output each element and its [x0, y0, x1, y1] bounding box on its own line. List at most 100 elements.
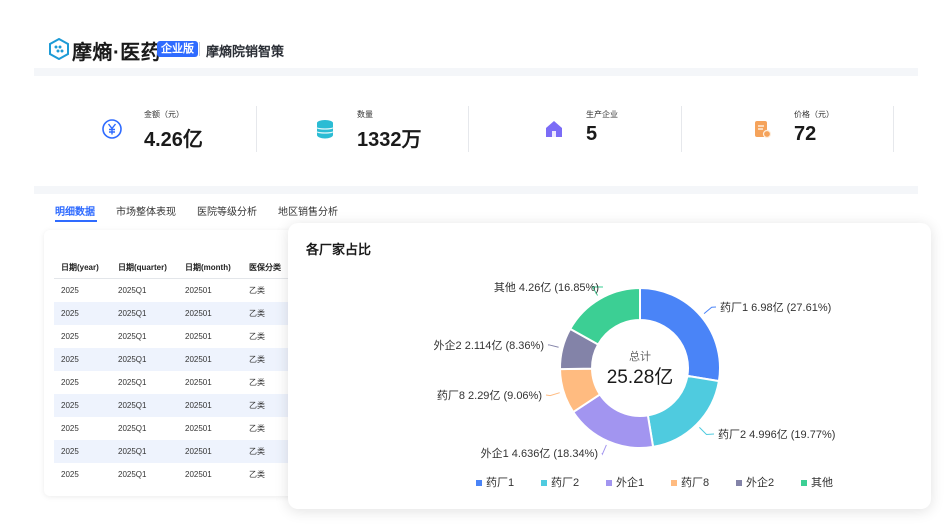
- kpi-quantity-icon-circle: [302, 106, 348, 152]
- table-cell: 2025Q1: [118, 378, 147, 387]
- brand-logo-icon: [49, 38, 69, 60]
- slice-label: 药厂1 6.98亿 (27.61%): [720, 301, 831, 314]
- table-cell: 2025Q1: [118, 348, 185, 371]
- table-cell: 2025Q1: [118, 440, 185, 463]
- tab-detail-data[interactable]: 明细数据: [55, 203, 95, 218]
- legend-swatch: [541, 480, 547, 486]
- donut-chart: 药厂1 6.98亿 (27.61%) 药厂2 4.996亿 (19.77%) 外企1…: [434, 281, 836, 489]
- tab-market-overview[interactable]: 市场整体表现: [116, 203, 176, 218]
- legend-label: 外企2: [746, 475, 774, 489]
- table-row[interactable]: 2025 2025Q1 202501 乙类: [54, 348, 309, 371]
- active-tab-indicator: [55, 220, 97, 222]
- price-tag-icon: [755, 121, 772, 139]
- kpi-price-value: 72: [794, 123, 817, 145]
- kpi-quantity-value: 1332万: [357, 129, 422, 151]
- legend-item[interactable]: 外企1: [606, 475, 644, 489]
- table-row[interactable]: 2025 2025Q1 202501 乙类: [54, 302, 309, 325]
- kpi-price-icon-circle: [739, 106, 785, 152]
- table-row[interactable]: 2025 2025Q1 202501 乙类: [54, 371, 309, 394]
- section-band: [34, 186, 918, 194]
- table-row[interactable]: 2025 2025Q1 202501 乙类: [54, 279, 309, 303]
- legend-item[interactable]: 药厂2: [541, 476, 579, 489]
- table-cell: 2025: [54, 302, 118, 325]
- column-header-month[interactable]: 日期(month): [185, 256, 249, 279]
- column-header-year[interactable]: 日期(year): [54, 256, 118, 279]
- table-cell: 2025: [61, 378, 79, 387]
- slice-label: 外企2 2.114亿 (8.36%): [434, 338, 544, 352]
- slice-leader-line: [601, 444, 607, 456]
- slice-leader-line: [703, 306, 717, 315]
- tab-hospital-level[interactable]: 医院等级分析: [197, 203, 257, 218]
- column-header-quarter[interactable]: 日期(quarter): [118, 256, 185, 279]
- table-row[interactable]: 2025 2025Q1 202501 乙类: [54, 417, 309, 440]
- table-row[interactable]: 2025 2025Q1 202501 乙类: [54, 463, 309, 486]
- legend-item[interactable]: 药厂8: [671, 476, 709, 489]
- legend-label: 药厂2: [551, 476, 579, 489]
- table-cell: 2025: [61, 332, 79, 341]
- slice-leader-line: [545, 392, 560, 397]
- kpi-amount-icon-circle: [89, 106, 135, 152]
- legend-label: 药厂1: [486, 476, 514, 489]
- table-cell: 2025: [61, 470, 79, 479]
- slice-leader-line: [547, 344, 559, 348]
- kpi-amount-label: 金额（元）: [144, 110, 184, 119]
- table-cell: 202501: [185, 440, 249, 463]
- legend-swatch: [801, 480, 807, 486]
- kpi-manufacturers-label: 生产企业: [586, 110, 618, 119]
- kpi-manufacturers-value: 5: [586, 123, 598, 145]
- table-cell: 2025Q1: [118, 332, 147, 341]
- kpi-manufacturers: 生产企业 5: [531, 76, 691, 186]
- table-cell: 202501: [185, 470, 212, 479]
- header-divider: [199, 42, 200, 56]
- kpi-manufacturers-icon-circle: [531, 106, 577, 152]
- kpi-separator: [468, 106, 469, 152]
- legend-swatch: [671, 480, 677, 486]
- legend-swatch: [606, 480, 612, 486]
- table-cell: 2025Q1: [118, 286, 147, 295]
- legend-swatch: [736, 480, 742, 486]
- kpi-separator: [256, 106, 257, 152]
- legend-item[interactable]: 药厂1: [476, 476, 514, 489]
- slice-label: 药厂2 4.996亿 (19.77%): [718, 428, 835, 441]
- detail-table: 日期(year) 日期(quarter) 日期(month) 医保分类 2025…: [54, 256, 309, 486]
- legend-swatch: [476, 480, 482, 486]
- table-cell: 2025: [61, 286, 79, 295]
- kpi-separator: [893, 106, 894, 152]
- tab-regional-sales[interactable]: 地区销售分析: [278, 203, 338, 218]
- legend-label: 药厂8: [681, 476, 709, 489]
- legend-item[interactable]: 外企2: [736, 475, 774, 489]
- slice-label: 其他 4.26亿 (16.85%): [494, 281, 599, 294]
- table-cell: 202501: [185, 394, 249, 417]
- table-cell: 202501: [185, 302, 249, 325]
- legend-label: 外企1: [616, 475, 644, 489]
- manufacturer-share-card: 各厂家占比 药厂1 6.98亿 (27.61%) 药厂2 4.996亿 (19.7…: [288, 223, 931, 509]
- slice-label: 药厂8 2.29亿 (9.06%): [437, 389, 542, 402]
- table-cell: 202501: [185, 348, 249, 371]
- table-header-row: 日期(year) 日期(quarter) 日期(month) 医保分类: [54, 256, 309, 279]
- product-name: 摩熵院销智策: [206, 44, 285, 59]
- yen-icon: [102, 119, 122, 139]
- kpi-amount-value: 4.26亿: [144, 129, 203, 151]
- table-cell: 2025: [54, 348, 118, 371]
- table-cell: 202501: [185, 286, 212, 295]
- factory-icon: [546, 121, 562, 137]
- table-cell: 2025Q1: [118, 470, 147, 479]
- table-row[interactable]: 2025 2025Q1 202501 乙类: [54, 394, 309, 417]
- table-cell: 2025: [54, 394, 118, 417]
- chart-center-value: 25.28亿: [607, 366, 674, 388]
- kpi-price: 价格（元） 72: [739, 76, 889, 186]
- table-cell: 2025Q1: [118, 394, 185, 417]
- kpi-separator: [681, 106, 682, 152]
- top-band: [34, 68, 918, 76]
- table-cell: 2025Q1: [118, 424, 147, 433]
- table-row[interactable]: 2025 2025Q1 202501 乙类: [54, 440, 309, 463]
- table-cell: 2025: [54, 440, 118, 463]
- table-cell: 202501: [185, 424, 212, 433]
- kpi-amount: 金额（元） 4.26亿: [89, 76, 249, 186]
- kpi-quantity: 数量 1332万: [302, 76, 462, 186]
- table-row[interactable]: 2025 2025Q1 202501 乙类: [54, 325, 309, 348]
- kpi-quantity-label: 数量: [357, 110, 373, 119]
- kpi-price-label: 价格（元）: [794, 110, 834, 119]
- kpi-card: 金额（元） 4.26亿 数量 1332万 生产企业 5 价格（元） 72: [34, 76, 918, 186]
- legend-item[interactable]: 其他: [801, 476, 833, 489]
